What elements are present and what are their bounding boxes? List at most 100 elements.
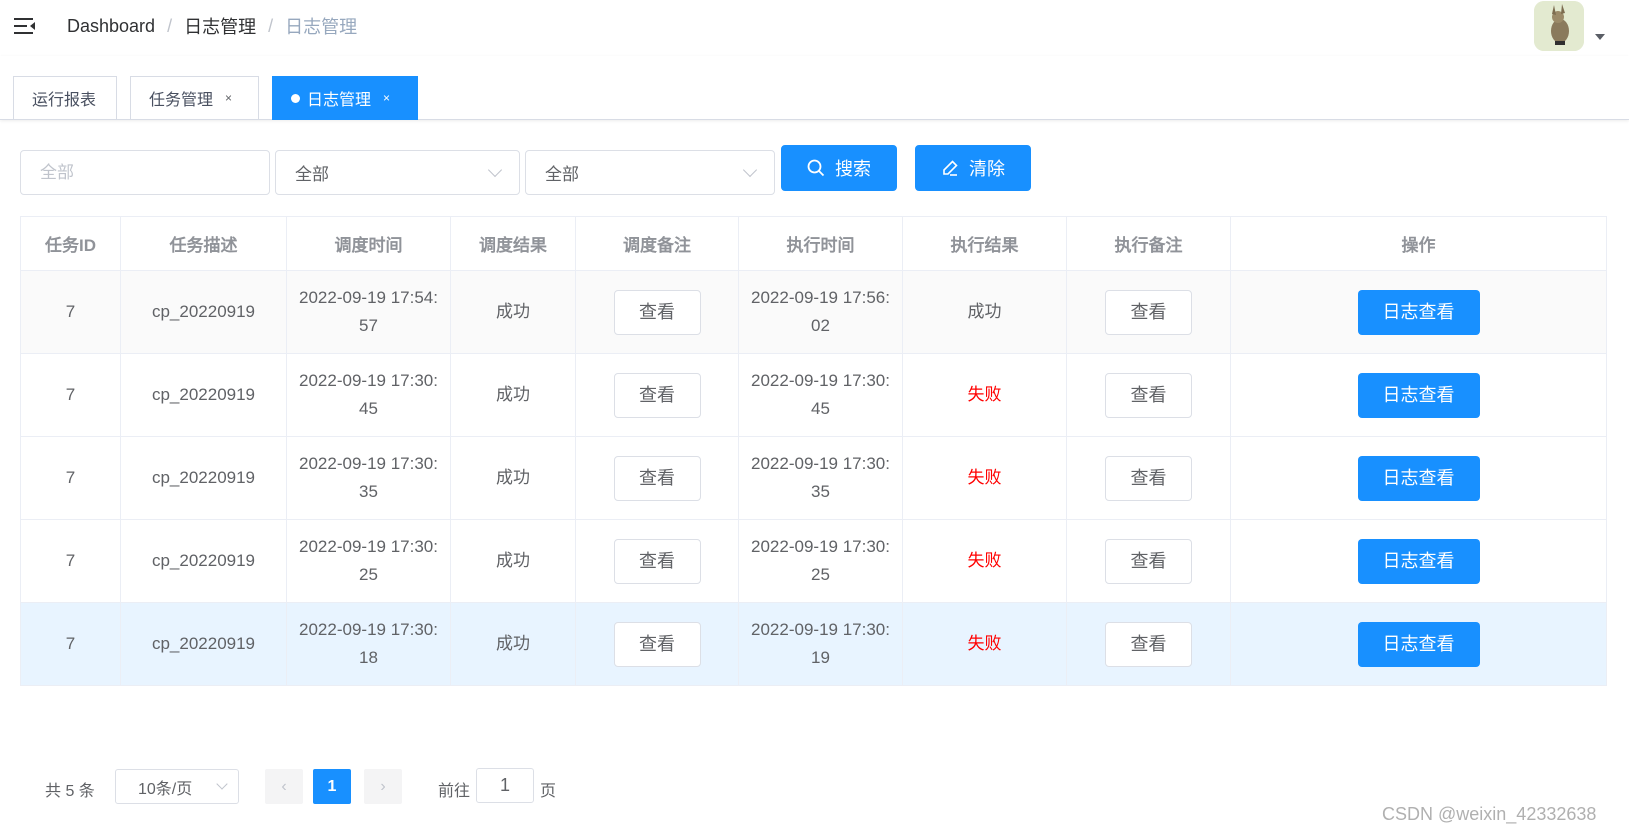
handle-result-text: 失败 — [967, 468, 1002, 487]
column-header: 调度备注 — [575, 216, 739, 271]
cell-trigger-note: 查看 — [575, 436, 739, 520]
job-filter-input[interactable] — [20, 150, 270, 195]
cell-task-desc: cp_20220919 — [120, 519, 287, 603]
cell-handle-time: 2022-09-19 17:30:19 — [738, 602, 903, 686]
cell-handle-result: 失败 — [902, 602, 1067, 686]
breadcrumb-item-dashboard[interactable]: Dashboard — [67, 16, 155, 37]
search-icon — [807, 159, 825, 177]
breadcrumb-separator: / — [268, 15, 274, 36]
view-handle-note-button[interactable]: 查看 — [1105, 289, 1192, 335]
status-select-1[interactable]: 全部 — [275, 150, 520, 195]
breadcrumb-item-log-parent[interactable]: 日志管理 — [184, 13, 256, 39]
view-handle-note-button[interactable]: 查看 — [1105, 455, 1192, 501]
cell-trigger-note: 查看 — [575, 519, 739, 603]
view-log-button[interactable]: 日志查看 — [1357, 621, 1480, 667]
column-header: 调度时间 — [286, 216, 451, 271]
next-page-button[interactable]: › — [364, 769, 402, 804]
view-trigger-note-button[interactable]: 查看 — [613, 372, 701, 418]
view-trigger-note-button[interactable]: 查看 — [613, 289, 701, 335]
view-handle-note-button[interactable]: 查看 — [1105, 372, 1192, 418]
chevron-down-icon — [487, 162, 503, 177]
breadcrumb: Dashboard / 日志管理 / 日志管理 — [67, 14, 357, 38]
column-header: 执行备注 — [1066, 216, 1231, 271]
cell-task-id: 7 — [20, 353, 121, 437]
column-header: 操作 — [1230, 216, 1607, 271]
tag-task-management[interactable]: 任务管理 × — [130, 76, 259, 120]
page-number-1[interactable]: 1 — [313, 769, 351, 804]
cell-handle-note: 查看 — [1066, 436, 1231, 520]
cell-task-id: 7 — [20, 519, 121, 603]
status-select-2[interactable]: 全部 — [525, 150, 775, 195]
view-trigger-note-button[interactable]: 查看 — [613, 455, 701, 501]
select-value: 全部 — [545, 165, 579, 184]
column-header: 任务描述 — [120, 216, 287, 271]
tag-log-management[interactable]: 日志管理 × — [272, 76, 418, 120]
close-icon[interactable]: × — [383, 91, 390, 105]
cell-trigger-note: 查看 — [575, 353, 739, 437]
view-log-button[interactable]: 日志查看 — [1357, 289, 1480, 335]
tag-run-report[interactable]: 运行报表 — [13, 76, 117, 120]
table-row: 7 cp_20220919 2022-09-19 17:30:18 成功 查看 2022-… — [20, 602, 1607, 686]
clear-button[interactable]: 清除 — [915, 145, 1031, 191]
table-row: 7 cp_20220919 2022-09-19 17:30:45 成功 查看 2022-… — [20, 353, 1607, 437]
avatar-dropdown-caret-icon[interactable] — [1595, 34, 1605, 40]
cell-task-desc: cp_20220919 — [120, 436, 287, 520]
breadcrumb-separator: / — [167, 15, 173, 36]
cell-action: 日志查看 — [1230, 602, 1607, 686]
cell-task-id: 7 — [20, 436, 121, 520]
select-value: 全部 — [295, 165, 329, 184]
cell-trigger-result: 成功 — [450, 436, 576, 520]
cell-task-desc: cp_20220919 — [120, 353, 287, 437]
cell-trigger-time: 2022-09-19 17:54:57 — [286, 270, 451, 354]
cell-action: 日志查看 — [1230, 519, 1607, 603]
cell-trigger-result: 成功 — [450, 353, 576, 437]
prev-page-button[interactable]: ‹ — [265, 769, 303, 804]
handle-result-text: 成功 — [967, 302, 1002, 321]
column-header: 执行结果 — [902, 216, 1067, 271]
page-size-select[interactable]: 10条/页 — [115, 769, 239, 804]
cell-handle-note: 查看 — [1066, 519, 1231, 603]
close-icon[interactable]: × — [225, 91, 232, 105]
select-value: 10条/页 — [138, 780, 193, 798]
view-log-button[interactable]: 日志查看 — [1357, 372, 1480, 418]
cell-trigger-note: 查看 — [575, 602, 739, 686]
user-avatar[interactable] — [1534, 1, 1584, 51]
cell-task-desc: cp_20220919 — [120, 270, 287, 354]
tag-label: 运行报表 — [32, 92, 97, 109]
cell-handle-time: 2022-09-19 17:30:25 — [738, 519, 903, 603]
table-row: 7 cp_20220919 2022-09-19 17:30:35 成功 查看 2022-… — [20, 436, 1607, 520]
view-trigger-note-button[interactable]: 查看 — [613, 538, 701, 584]
cell-trigger-result: 成功 — [450, 602, 576, 686]
watermark: CSDN @weixin_42332638 — [1382, 804, 1597, 824]
hamburger-menu-icon[interactable] — [14, 16, 36, 36]
cell-handle-note: 查看 — [1066, 270, 1231, 354]
view-handle-note-button[interactable]: 查看 — [1105, 538, 1192, 584]
edit-icon — [943, 160, 958, 176]
table-row: 7 cp_20220919 2022-09-19 17:30:25 成功 查看 2022-… — [20, 519, 1607, 603]
cell-task-id: 7 — [20, 270, 121, 354]
tag-label: 任务管理 — [149, 92, 214, 109]
tag-label: 日志管理 — [307, 92, 372, 109]
search-button[interactable]: 搜索 — [781, 145, 897, 191]
cell-handle-result: 成功 — [902, 270, 1067, 354]
cell-trigger-time: 2022-09-19 17:30:18 — [286, 602, 451, 686]
column-header: 任务ID — [20, 216, 121, 271]
job-filter-input-field[interactable] — [40, 162, 250, 183]
clear-button-label: 清除 — [969, 159, 1005, 179]
cell-handle-result: 失败 — [902, 519, 1067, 603]
cell-trigger-time: 2022-09-19 17:30:35 — [286, 436, 451, 520]
goto-page-input[interactable]: 1 — [476, 768, 534, 803]
view-log-button[interactable]: 日志查看 — [1357, 538, 1480, 584]
handle-result-text: 失败 — [967, 551, 1002, 570]
view-handle-note-button[interactable]: 查看 — [1105, 621, 1192, 667]
cell-handle-time: 2022-09-19 17:30:45 — [738, 353, 903, 437]
cell-task-desc: cp_20220919 — [120, 602, 287, 686]
cell-handle-time: 2022-09-19 17:30:35 — [738, 436, 903, 520]
cell-action: 日志查看 — [1230, 270, 1607, 354]
cell-trigger-time: 2022-09-19 17:30:45 — [286, 353, 451, 437]
page-suffix-label: 页 — [540, 783, 557, 800]
breadcrumb-item-current: 日志管理 — [285, 17, 358, 37]
view-trigger-note-button[interactable]: 查看 — [613, 621, 701, 667]
tags-view: 运行报表 任务管理 × 日志管理 × — [0, 56, 1629, 120]
view-log-button[interactable]: 日志查看 — [1357, 455, 1480, 501]
